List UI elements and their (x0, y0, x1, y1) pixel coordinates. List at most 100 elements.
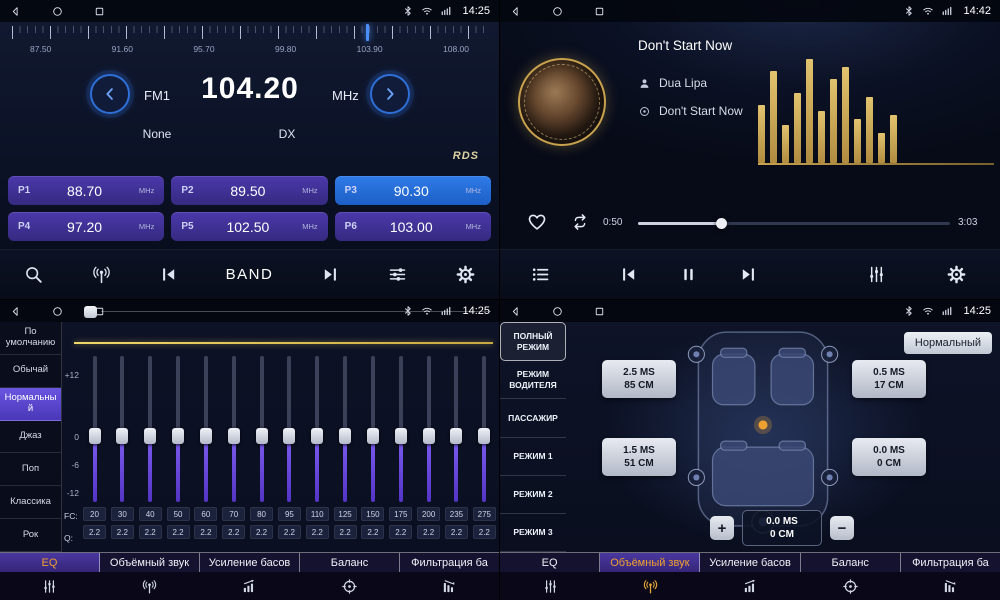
filter-tab-icon[interactable] (399, 572, 499, 600)
slider-knob[interactable] (89, 428, 101, 444)
eq-band-slider[interactable] (333, 356, 358, 502)
prev-track-icon[interactable] (618, 264, 639, 285)
back-icon[interactable] (509, 5, 522, 18)
tab-bass-boost[interactable]: Усиление басов (200, 553, 300, 572)
slider-knob[interactable] (116, 428, 128, 444)
back-icon[interactable] (509, 305, 522, 318)
filter-tab-icon[interactable] (900, 572, 1000, 600)
eq-preset-item[interactable]: Нормальный (0, 388, 61, 421)
slider-knob[interactable] (228, 428, 240, 444)
slider-knob[interactable] (172, 428, 184, 444)
home-icon[interactable] (51, 5, 64, 18)
seek-icon[interactable] (23, 264, 44, 285)
sliders-icon[interactable] (387, 264, 408, 285)
sound-profile-button[interactable]: Нормальный (904, 332, 992, 354)
slider-knob[interactable] (450, 428, 462, 444)
eq-band-slider[interactable] (110, 356, 135, 502)
eq-preset-item[interactable]: Поп (0, 453, 61, 486)
pause-icon[interactable] (678, 264, 699, 285)
slider-knob[interactable] (478, 428, 490, 444)
listening-mode-item[interactable]: ПОЛНЫЙ РЕЖИМ (500, 322, 566, 361)
home-icon[interactable] (551, 5, 564, 18)
listening-mode-item[interactable]: РЕЖИМ 2 (500, 476, 566, 514)
listening-mode-item[interactable]: РЕЖИМ 3 (500, 514, 566, 552)
home-icon[interactable] (51, 305, 64, 318)
settings-icon[interactable] (455, 264, 476, 285)
balance-tab-icon[interactable] (800, 572, 900, 600)
tab-surround[interactable]: Объёмный звук (600, 553, 700, 572)
recents-icon[interactable] (593, 305, 606, 318)
home-icon[interactable] (551, 305, 564, 318)
eq-tab-icon[interactable] (0, 572, 100, 600)
slider-knob[interactable] (395, 428, 407, 444)
master-slider-knob[interactable] (84, 306, 97, 318)
recents-icon[interactable] (593, 5, 606, 18)
slider-knob[interactable] (256, 428, 268, 444)
seek-down-button[interactable] (90, 74, 130, 114)
tab-filter[interactable]: Фильтрация ба (901, 553, 1000, 572)
slider-knob[interactable] (200, 428, 212, 444)
slider-knob[interactable] (283, 428, 295, 444)
eq-band-slider[interactable] (305, 356, 330, 502)
slider-knob[interactable] (339, 428, 351, 444)
tab-filter[interactable]: Фильтрация ба (400, 553, 499, 572)
front-right-delay[interactable]: 0.5 MS 17 CM (852, 360, 926, 398)
eq-band-slider[interactable] (416, 356, 441, 502)
tab-balance[interactable]: Баланс (300, 553, 400, 572)
eq-preset-item[interactable]: По умолчанию (0, 322, 61, 355)
slider-knob[interactable] (367, 428, 379, 444)
tuner-icon[interactable] (91, 264, 112, 285)
progress-slider[interactable] (638, 222, 950, 225)
radio-preset-button[interactable]: P4 97.20 MHz (8, 212, 164, 241)
back-icon[interactable] (9, 5, 22, 18)
bass-boost-tab-icon[interactable] (700, 572, 800, 600)
plus-button[interactable]: + (710, 516, 734, 540)
playlist-icon[interactable] (530, 264, 551, 285)
slider-knob[interactable] (423, 428, 435, 444)
back-icon[interactable] (9, 305, 22, 318)
radio-preset-button[interactable]: P2 89.50 MHz (171, 176, 327, 205)
eq-band-slider[interactable] (360, 356, 385, 502)
tab-eq[interactable]: EQ (500, 553, 600, 572)
slider-knob[interactable] (311, 428, 323, 444)
eq-band-slider[interactable] (472, 356, 497, 502)
tab-surround[interactable]: Объёмный звук (100, 553, 200, 572)
settings-icon[interactable] (946, 264, 967, 285)
eq-preset-item[interactable]: Классика (0, 486, 61, 519)
bass-boost-tab-icon[interactable] (200, 572, 300, 600)
master-slider-track[interactable] (101, 311, 491, 312)
seek-up-button[interactable] (370, 74, 410, 114)
tab-balance[interactable]: Баланс (801, 553, 901, 572)
radio-preset-button[interactable]: P1 88.70 MHz (8, 176, 164, 205)
slider-knob[interactable] (144, 428, 156, 444)
repeat-button[interactable] (570, 212, 590, 232)
sliders-icon[interactable] (866, 264, 887, 285)
surround-tab-icon[interactable] (100, 572, 200, 600)
minus-button[interactable]: − (830, 516, 854, 540)
eq-band-slider[interactable] (277, 356, 302, 502)
progress-knob[interactable] (716, 218, 727, 229)
listening-mode-item[interactable]: ПАССАЖИР (500, 399, 566, 437)
next-station-icon[interactable] (320, 264, 341, 285)
front-left-delay[interactable]: 2.5 MS 85 CM (602, 360, 676, 398)
rear-left-delay[interactable]: 1.5 MS 51 CM (602, 438, 676, 476)
eq-band-slider[interactable] (221, 356, 246, 502)
radio-preset-button[interactable]: P3 90.30 MHz (335, 176, 491, 205)
eq-preset-item[interactable]: Рок (0, 519, 61, 552)
eq-band-slider[interactable] (138, 356, 163, 502)
eq-band-slider[interactable] (444, 356, 469, 502)
surround-tab-icon[interactable] (600, 572, 700, 600)
radio-preset-button[interactable]: P6 103.00 MHz (335, 212, 491, 241)
radio-preset-button[interactable]: P5 102.50 MHz (171, 212, 327, 241)
tab-bass-boost[interactable]: Усиление басов (700, 553, 800, 572)
listening-mode-item[interactable]: РЕЖИМ ВОДИТЕЛЯ (500, 361, 566, 399)
tab-eq[interactable]: EQ (0, 553, 100, 572)
band-button[interactable]: BAND (226, 266, 274, 283)
eq-band-slider[interactable] (388, 356, 413, 502)
eq-tab-icon[interactable] (500, 572, 600, 600)
rear-right-delay[interactable]: 0.0 MS 0 CM (852, 438, 926, 476)
eq-preset-item[interactable]: Джаз (0, 421, 61, 454)
eq-band-slider[interactable] (166, 356, 191, 502)
next-track-icon[interactable] (738, 264, 759, 285)
favorite-button[interactable] (526, 211, 548, 233)
